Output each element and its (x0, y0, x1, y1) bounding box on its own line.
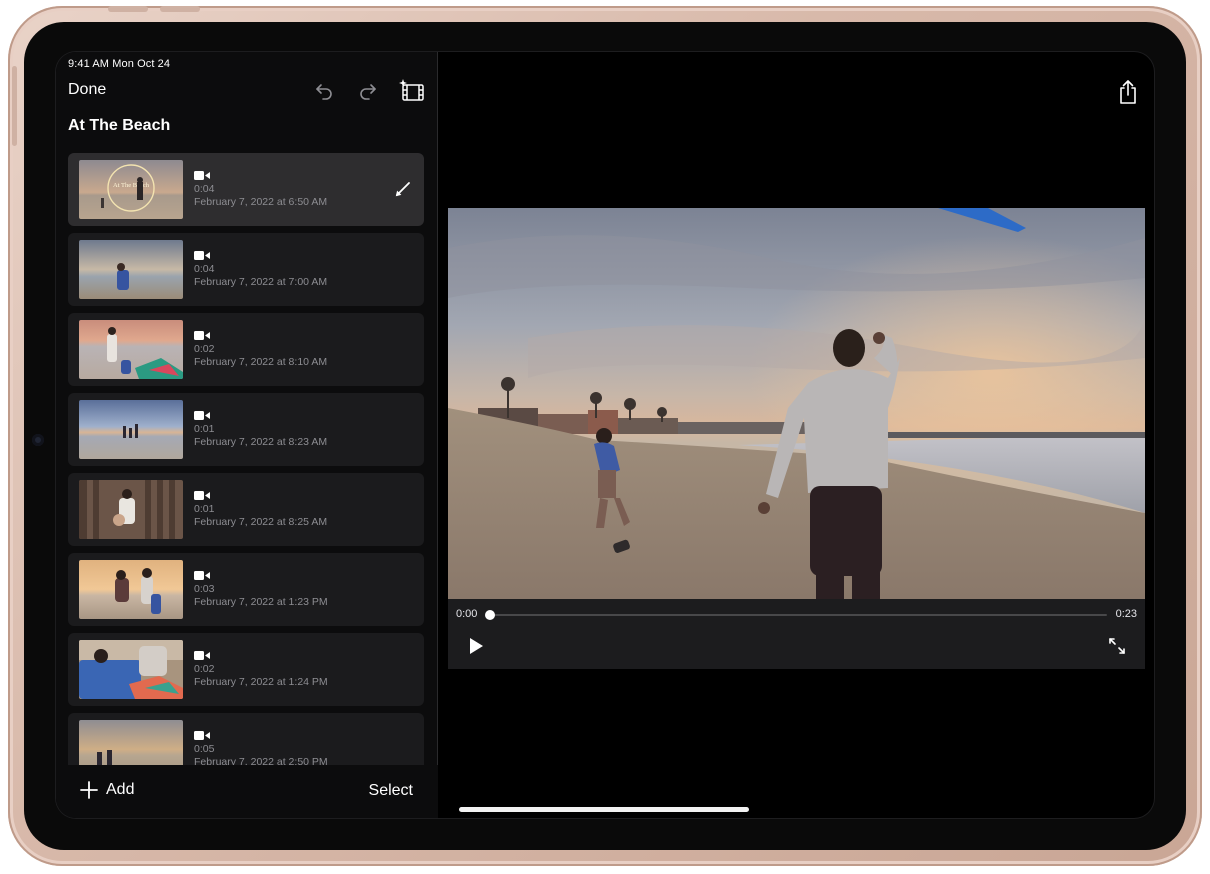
thumbnail-title-line: At The Beach (113, 182, 150, 189)
volume-button (160, 6, 200, 12)
clip-thumbnail: At The Beach (79, 160, 183, 219)
clip-date: February 7, 2022 at 6:50 AM (194, 196, 328, 208)
clip-item[interactable]: 0:02 February 7, 2022 at 8:10 AM (68, 313, 424, 386)
clip-thumbnail (79, 320, 183, 379)
sidebar-footer: Add Select (56, 765, 438, 818)
clip-thumbnail (79, 480, 183, 539)
current-time: 0:00 (456, 608, 478, 620)
total-time: 0:23 (1115, 608, 1137, 620)
side-button (12, 66, 17, 146)
project-title: At The Beach (68, 117, 171, 134)
clip-thumbnail (79, 240, 183, 299)
clip-thumbnail (79, 560, 183, 619)
clip-date: February 7, 2022 at 8:10 AM (194, 356, 328, 368)
clip-date: February 7, 2022 at 1:23 PM (194, 596, 328, 608)
clip-date: February 7, 2022 at 2:50 PM (194, 756, 328, 765)
done-button[interactable]: Done (68, 81, 106, 99)
scrub-handle[interactable] (485, 610, 495, 620)
home-indicator[interactable] (459, 807, 749, 812)
clip-thumbnail (79, 720, 183, 765)
clip-sidebar: 9:41 AM Mon Oct 24 Done At The Beach At … (56, 52, 438, 818)
clip-duration: 0:05 (194, 743, 215, 755)
scrubber[interactable]: 0:00 0:23 (448, 599, 1145, 629)
status-bar-time: 9:41 AM Mon Oct 24 (68, 58, 171, 70)
select-button[interactable]: Select (369, 782, 413, 800)
play-icon[interactable] (466, 636, 486, 656)
clip-item[interactable]: 0:03 February 7, 2022 at 1:23 PM (68, 553, 424, 626)
clip-thumbnail (79, 400, 183, 459)
clip-item[interactable]: At The Beach 0:04 February 7, 2022 at 6:… (68, 153, 424, 226)
redo-icon[interactable] (346, 78, 390, 104)
front-camera (32, 434, 44, 446)
clip-duration: 0:04 (194, 183, 215, 195)
clip-item[interactable]: 0:05 February 7, 2022 at 2:50 PM (68, 713, 424, 765)
clip-item[interactable]: 0:01 February 7, 2022 at 8:23 AM (68, 393, 424, 466)
clip-thumbnail (79, 640, 183, 699)
volume-button (108, 6, 148, 12)
clip-list[interactable]: At The Beach 0:04 February 7, 2022 at 6:… (68, 153, 424, 765)
screen: 9:41 AM Mon Oct 24 Done At The Beach At … (56, 52, 1154, 818)
video-frame[interactable] (448, 208, 1145, 599)
clip-item[interactable]: 0:04 February 7, 2022 at 7:00 AM (68, 233, 424, 306)
share-icon[interactable] (1114, 78, 1142, 106)
fullscreen-icon[interactable] (1107, 636, 1127, 656)
clip-duration: 0:02 (194, 343, 215, 355)
clip-duration: 0:03 (194, 583, 215, 595)
clip-date: February 7, 2022 at 8:25 AM (194, 516, 328, 528)
add-label: Add (106, 781, 135, 798)
clip-duration: 0:02 (194, 663, 215, 675)
clip-duration: 0:04 (194, 263, 215, 275)
plus-icon (80, 781, 98, 799)
add-button[interactable]: Add (80, 781, 134, 799)
clip-date: February 7, 2022 at 1:24 PM (194, 676, 328, 688)
clip-duration: 0:01 (194, 503, 215, 515)
video-player: 0:00 0:23 (448, 208, 1145, 669)
clip-duration: 0:01 (194, 423, 215, 435)
pencil-icon[interactable] (394, 178, 414, 198)
edit-toolbar (302, 78, 434, 104)
clip-item[interactable]: 0:01 February 7, 2022 at 8:25 AM (68, 473, 424, 546)
undo-icon[interactable] (302, 78, 346, 104)
clip-date: February 7, 2022 at 7:00 AM (194, 276, 328, 288)
clip-item[interactable]: 0:02 February 7, 2022 at 1:24 PM (68, 633, 424, 706)
magic-movie-icon[interactable] (390, 78, 434, 104)
clip-date: February 7, 2022 at 8:23 AM (194, 436, 328, 448)
scrub-track[interactable] (490, 614, 1107, 616)
